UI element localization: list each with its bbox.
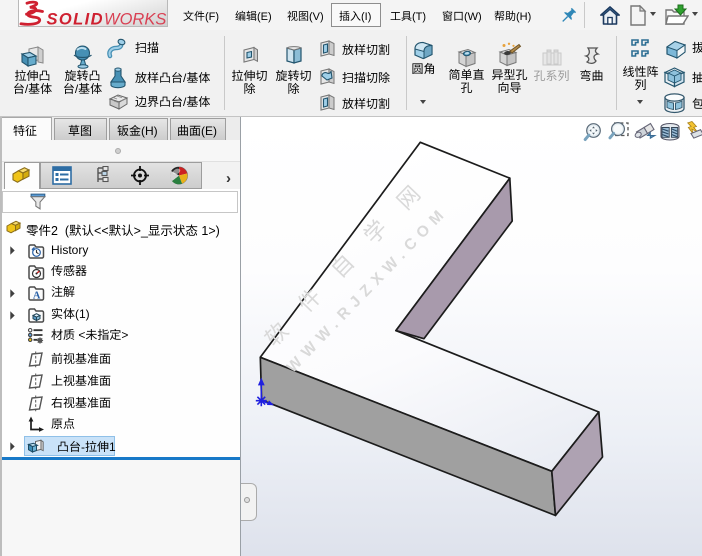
svg-text:A: A <box>33 291 41 302</box>
svg-text:WORKS: WORKS <box>104 11 166 28</box>
svg-text:SOLID: SOLID <box>47 11 104 28</box>
